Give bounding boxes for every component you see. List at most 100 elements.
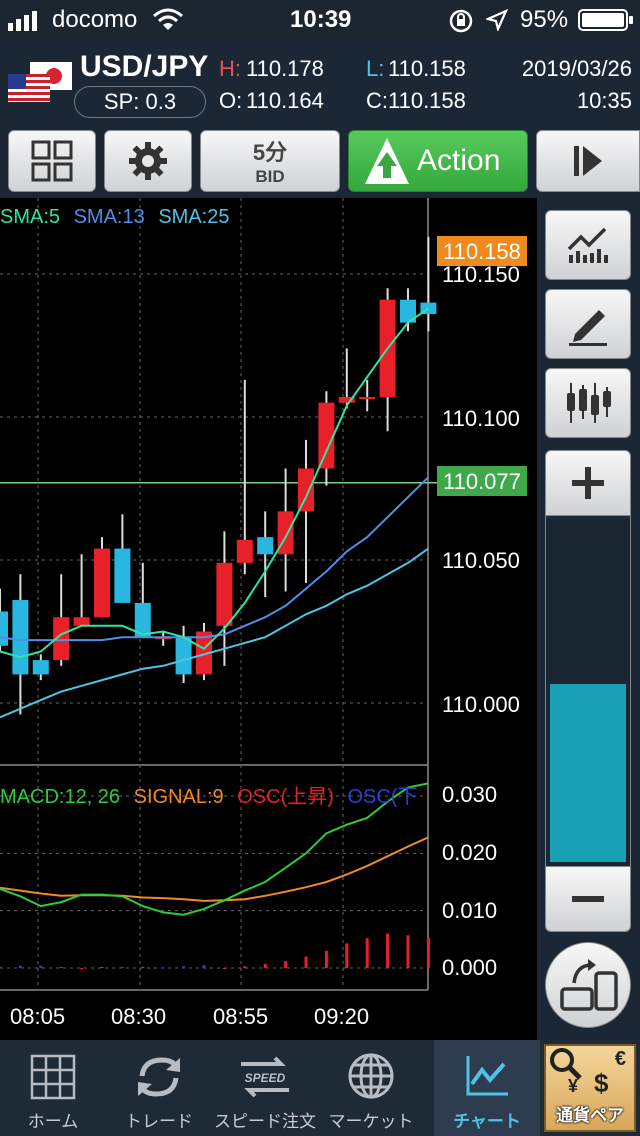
time-tick-label: 08:05 — [10, 1004, 66, 1029]
pencil-icon — [569, 310, 607, 346]
sma25-label: SMA:25 — [158, 206, 230, 228]
bottom-nav: ホーム トレード SPEED スピード注文 マーケット チャート € ¥ $ 通… — [0, 1040, 640, 1136]
osc-bar-up — [365, 938, 369, 968]
action-button[interactable]: Action — [348, 130, 528, 192]
timeframe-label: 5分 — [252, 140, 288, 165]
nav-item-currency-pair[interactable]: € ¥ $ 通貨ペア — [540, 1040, 640, 1136]
rate-header: USD/JPY SP: 0.3 H: 110.178 O: 110.164 L:… — [0, 40, 640, 124]
price-tick-label: 110.100 — [442, 406, 520, 431]
price-tick-label: 110.050 — [442, 548, 520, 573]
osc-bar-down — [161, 967, 165, 969]
line-price-tag[interactable]: 110.077 — [437, 466, 527, 496]
globe-icon — [348, 1053, 394, 1099]
nav-label-chart: チャート — [453, 1112, 521, 1131]
osc-up-label: OSC(上昇) — [237, 786, 334, 808]
osc-bar-down — [202, 965, 206, 968]
spread-badge: SP: 0.3 — [74, 86, 206, 118]
nav-item-speed-order[interactable]: SPEED スピード注文 — [212, 1040, 318, 1136]
nav-label-trade: トレード — [125, 1112, 193, 1131]
nav-item-market[interactable]: マーケット — [318, 1040, 424, 1136]
osc-bar-up — [324, 950, 328, 968]
candle-down — [12, 600, 29, 675]
open-label: O: — [219, 88, 243, 113]
zoom-out-button[interactable] — [545, 866, 631, 932]
drawing-button[interactable] — [545, 289, 631, 359]
settings-button[interactable] — [104, 130, 192, 192]
yen-symbol: ¥ — [568, 1076, 579, 1096]
time-tick-label: 09:20 — [314, 1004, 370, 1029]
macd-tick-label: 0.010 — [442, 898, 498, 923]
osc-bar-down — [39, 965, 43, 968]
price-tick-label: 110.000 — [442, 692, 520, 717]
euro-symbol: € — [614, 1048, 626, 1070]
price-type-label: BID — [255, 167, 285, 186]
sma-legend: SMA:5 SMA:13 SMA:25 — [0, 206, 229, 229]
nav-item-chart[interactable]: チャート — [434, 1040, 540, 1136]
osc-bar-down — [0, 966, 2, 968]
macd-tick-label: 0.000 — [442, 955, 498, 980]
next-button[interactable] — [536, 130, 640, 192]
osc-bar-down — [18, 965, 22, 968]
speed-arrows-icon: SPEED — [241, 1056, 289, 1098]
candle-down — [32, 660, 49, 675]
osc-bar-up — [426, 937, 430, 968]
osc-bar-up — [243, 966, 247, 968]
nav-item-home[interactable]: ホーム — [0, 1040, 106, 1136]
clock-time: 10:39 — [290, 6, 352, 33]
up-arrow-icon — [365, 138, 409, 184]
nav-item-trade[interactable]: トレード — [106, 1040, 212, 1136]
candlestick-icon — [567, 383, 611, 423]
candle-type-button[interactable] — [545, 368, 631, 438]
low-label: L: — [366, 56, 385, 81]
osc-bar-up — [263, 963, 267, 968]
candle-up — [359, 396, 376, 399]
chart-side-panel — [537, 198, 640, 1040]
zoom-slider-fill — [550, 684, 626, 862]
plus-icon — [572, 467, 604, 499]
indicator-button[interactable] — [545, 210, 631, 280]
chart-line-icon — [466, 1056, 508, 1096]
osc-bar-up — [345, 943, 349, 968]
sma13-line — [0, 476, 430, 642]
nav-label-home: ホーム — [27, 1112, 79, 1131]
osc-bar-up — [141, 966, 145, 968]
rate-date: 2019/03/26 — [521, 56, 632, 81]
macd-label: MACD:12, 26 — [0, 786, 121, 808]
macd-tick-label: 0.030 — [442, 782, 498, 807]
candle-up — [298, 468, 314, 512]
line-price-value: 110.077 — [443, 469, 521, 494]
currency-pair[interactable]: USD/JPY — [80, 50, 208, 84]
osc-bar-up — [406, 935, 410, 968]
currency-pair-banner: € ¥ $ 通貨ペア — [544, 1044, 636, 1132]
sma13-label: SMA:13 — [73, 206, 145, 228]
time-tick-label: 08:30 — [111, 1004, 167, 1029]
osc-bar-up — [100, 966, 104, 968]
signal-label: SIGNAL:9 — [133, 786, 224, 808]
layout-grid-button[interactable] — [8, 130, 96, 192]
rotate-screen-button[interactable] — [545, 942, 631, 1028]
macd-legend: MACD:12, 26 SIGNAL:9 OSC(上昇) OSC(下 — [0, 780, 428, 809]
nav-label-currency-pair: 通貨ペア — [556, 1106, 624, 1125]
chart-toolbar: 5分 BID Action — [0, 124, 640, 198]
osc-bar-down — [182, 966, 186, 968]
carrier-name: docomo — [52, 6, 138, 33]
timeframe-button[interactable]: 5分 BID — [200, 130, 340, 192]
magnifier-icon — [548, 1046, 584, 1087]
zoom-in-button[interactable] — [545, 450, 631, 516]
candle-down — [257, 537, 274, 555]
orientation-lock-icon — [448, 8, 474, 41]
candle-up — [73, 617, 90, 626]
candle-up — [236, 539, 253, 563]
osc-bar-up — [80, 968, 84, 969]
dollar-symbol: $ — [594, 1068, 609, 1098]
chart-area[interactable]: SMA:5 SMA:13 SMA:25 MACD:12, 26 SIGNAL:9… — [0, 198, 537, 1040]
osc-down-label: OSC(下 — [347, 786, 418, 808]
candle-down — [114, 548, 131, 603]
time-tick-label: 08:55 — [213, 1004, 269, 1029]
low-value: 110.158 — [388, 56, 466, 81]
refresh-icon — [138, 1057, 180, 1097]
zoom-slider[interactable] — [545, 516, 631, 866]
rotate-device-icon — [560, 959, 618, 1011]
signal-icon — [8, 10, 44, 38]
nav-label-market: マーケット — [328, 1112, 414, 1131]
